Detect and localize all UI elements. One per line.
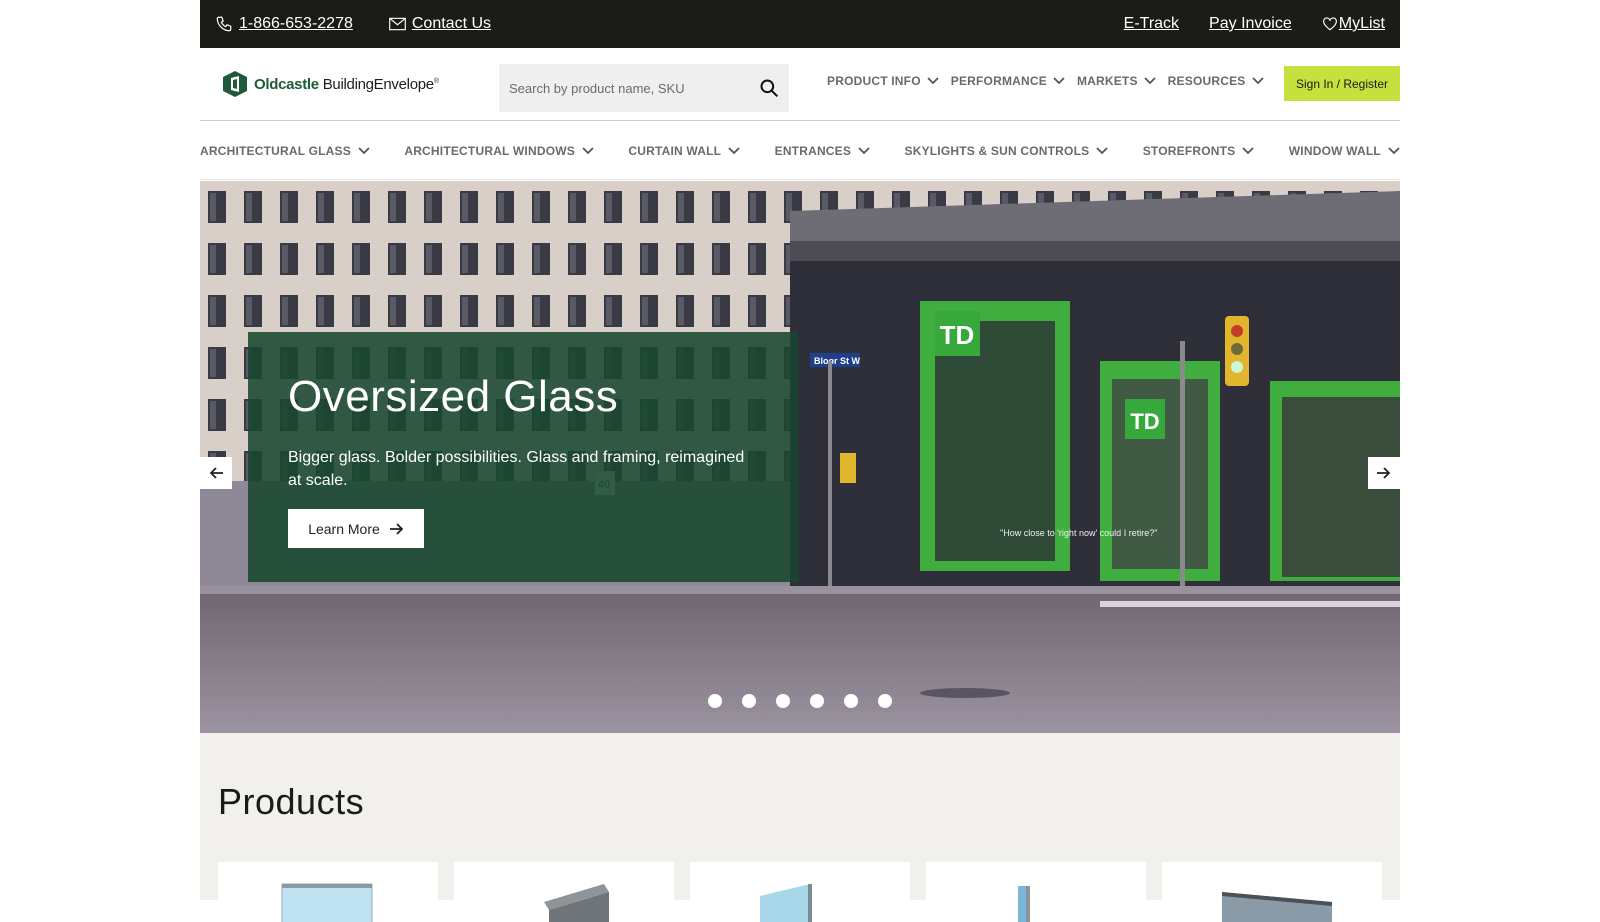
product-image (281, 883, 373, 922)
etrack-label: E-Track (1123, 15, 1180, 32)
mail-icon (389, 17, 406, 31)
phone-link[interactable]: 1-866-653-2278 (215, 15, 353, 33)
chevron-down-icon (1388, 146, 1400, 154)
svg-text:TD: TD (1130, 409, 1159, 434)
hero-card: Oversized Glass Bigger glass. Bolder pos… (248, 332, 798, 582)
carousel-dot[interactable] (878, 694, 892, 708)
chevron-down-icon (858, 146, 870, 154)
product-image (544, 884, 609, 922)
product-card[interactable] (1162, 862, 1382, 922)
carousel-dot[interactable] (810, 694, 824, 708)
learn-more-button[interactable]: Learn More (288, 509, 424, 548)
arrow-right-icon (1377, 467, 1391, 479)
chevron-down-icon (1242, 146, 1255, 154)
arrow-right-icon (389, 522, 404, 535)
hero-carousel: TD TD "How close to 'right now' could I … (200, 181, 1400, 733)
chevron-down-icon (358, 146, 370, 154)
cat-architectural-glass[interactable]: ARCHITECTURAL GLASS (200, 144, 370, 158)
logo[interactable]: Oldcastle BuildingEnvelope® (222, 70, 439, 98)
svg-text:TD: TD (940, 320, 975, 350)
category-nav: ARCHITECTURAL GLASS ARCHITECTURAL WINDOW… (200, 122, 1400, 180)
chevron-down-icon (1096, 146, 1108, 154)
carousel-dot[interactable] (742, 694, 756, 708)
main-nav: PRODUCT INFO PERFORMANCE MARKETS RESOURC… (827, 74, 1264, 88)
product-card[interactable] (218, 862, 438, 922)
chevron-down-icon (728, 146, 740, 154)
cat-window-wall[interactable]: WINDOW WALL (1289, 144, 1400, 158)
product-image (1222, 892, 1332, 922)
cat-storefronts[interactable]: STOREFRONTS (1143, 144, 1255, 158)
cat-architectural-windows[interactable]: ARCHITECTURAL WINDOWS (404, 144, 594, 158)
hero-title: Oversized Glass (288, 372, 619, 421)
nav-performance[interactable]: PERFORMANCE (951, 74, 1065, 88)
product-card[interactable] (454, 862, 674, 922)
heart-icon (1322, 17, 1337, 31)
chevron-down-icon (1144, 77, 1156, 85)
search-input[interactable] (509, 80, 739, 96)
cat-skylights-sun-controls[interactable]: SKYLIGHTS & SUN CONTROLS (905, 144, 1109, 158)
product-image (1018, 886, 1030, 922)
utility-bar: 1-866-653-2278 Contact Us E-Track Pay In… (200, 0, 1400, 48)
products-heading: Products (218, 781, 365, 822)
cat-entrances[interactable]: ENTRANCES (775, 144, 870, 158)
nav-resources[interactable]: RESOURCES (1168, 74, 1264, 88)
cat-curtain-wall[interactable]: CURTAIN WALL (628, 144, 740, 158)
site-header: Oldcastle BuildingEnvelope® PRODUCT INFO… (200, 48, 1400, 121)
products-section: Products (200, 733, 1400, 922)
etrack-link[interactable]: E-Track (1124, 15, 1179, 33)
nav-markets[interactable]: MARKETS (1077, 74, 1156, 88)
product-image (760, 884, 812, 922)
sign-in-button[interactable]: Sign In / Register (1284, 66, 1400, 101)
logo-mark-icon (223, 71, 247, 97)
product-cards (218, 862, 1382, 922)
chevron-down-icon (1251, 77, 1264, 85)
chevron-down-icon (1053, 77, 1065, 85)
mylist-label: MyList (1338, 15, 1385, 32)
carousel-dots (708, 694, 892, 708)
phone-number: 1-866-653-2278 (239, 15, 353, 32)
svg-text:Bloor St W: Bloor St W (814, 356, 860, 366)
nav-product-info[interactable]: PRODUCT INFO (827, 74, 939, 88)
product-card[interactable] (926, 862, 1146, 922)
hero-text: Bigger glass. Bolder possibilities. Glas… (288, 449, 745, 489)
contact-link[interactable]: Contact Us (389, 15, 491, 33)
search-icon[interactable] (759, 78, 779, 98)
phone-icon (216, 16, 232, 32)
carousel-dot[interactable] (776, 694, 790, 708)
carousel-dot[interactable] (844, 694, 858, 708)
chevron-down-icon (927, 77, 939, 85)
carousel-dot[interactable] (708, 694, 722, 708)
learn-more-label: Learn More (308, 520, 380, 537)
product-card[interactable] (690, 862, 910, 922)
search-box (499, 64, 789, 112)
carousel-next-button[interactable] (1368, 457, 1400, 489)
mylist-link[interactable]: MyList (1322, 15, 1385, 33)
arrow-left-icon (209, 467, 223, 479)
pay-invoice-link[interactable]: Pay Invoice (1209, 15, 1292, 33)
carousel-prev-button[interactable] (200, 457, 232, 489)
svg-text:"How close to 'right now' coul: "How close to 'right now' could I retire… (1000, 528, 1157, 538)
pay-invoice-label: Pay Invoice (1209, 15, 1292, 32)
logo-text: Oldcastle BuildingEnvelope® (254, 75, 439, 93)
chevron-down-icon (582, 146, 594, 154)
contact-label: Contact Us (411, 15, 492, 32)
